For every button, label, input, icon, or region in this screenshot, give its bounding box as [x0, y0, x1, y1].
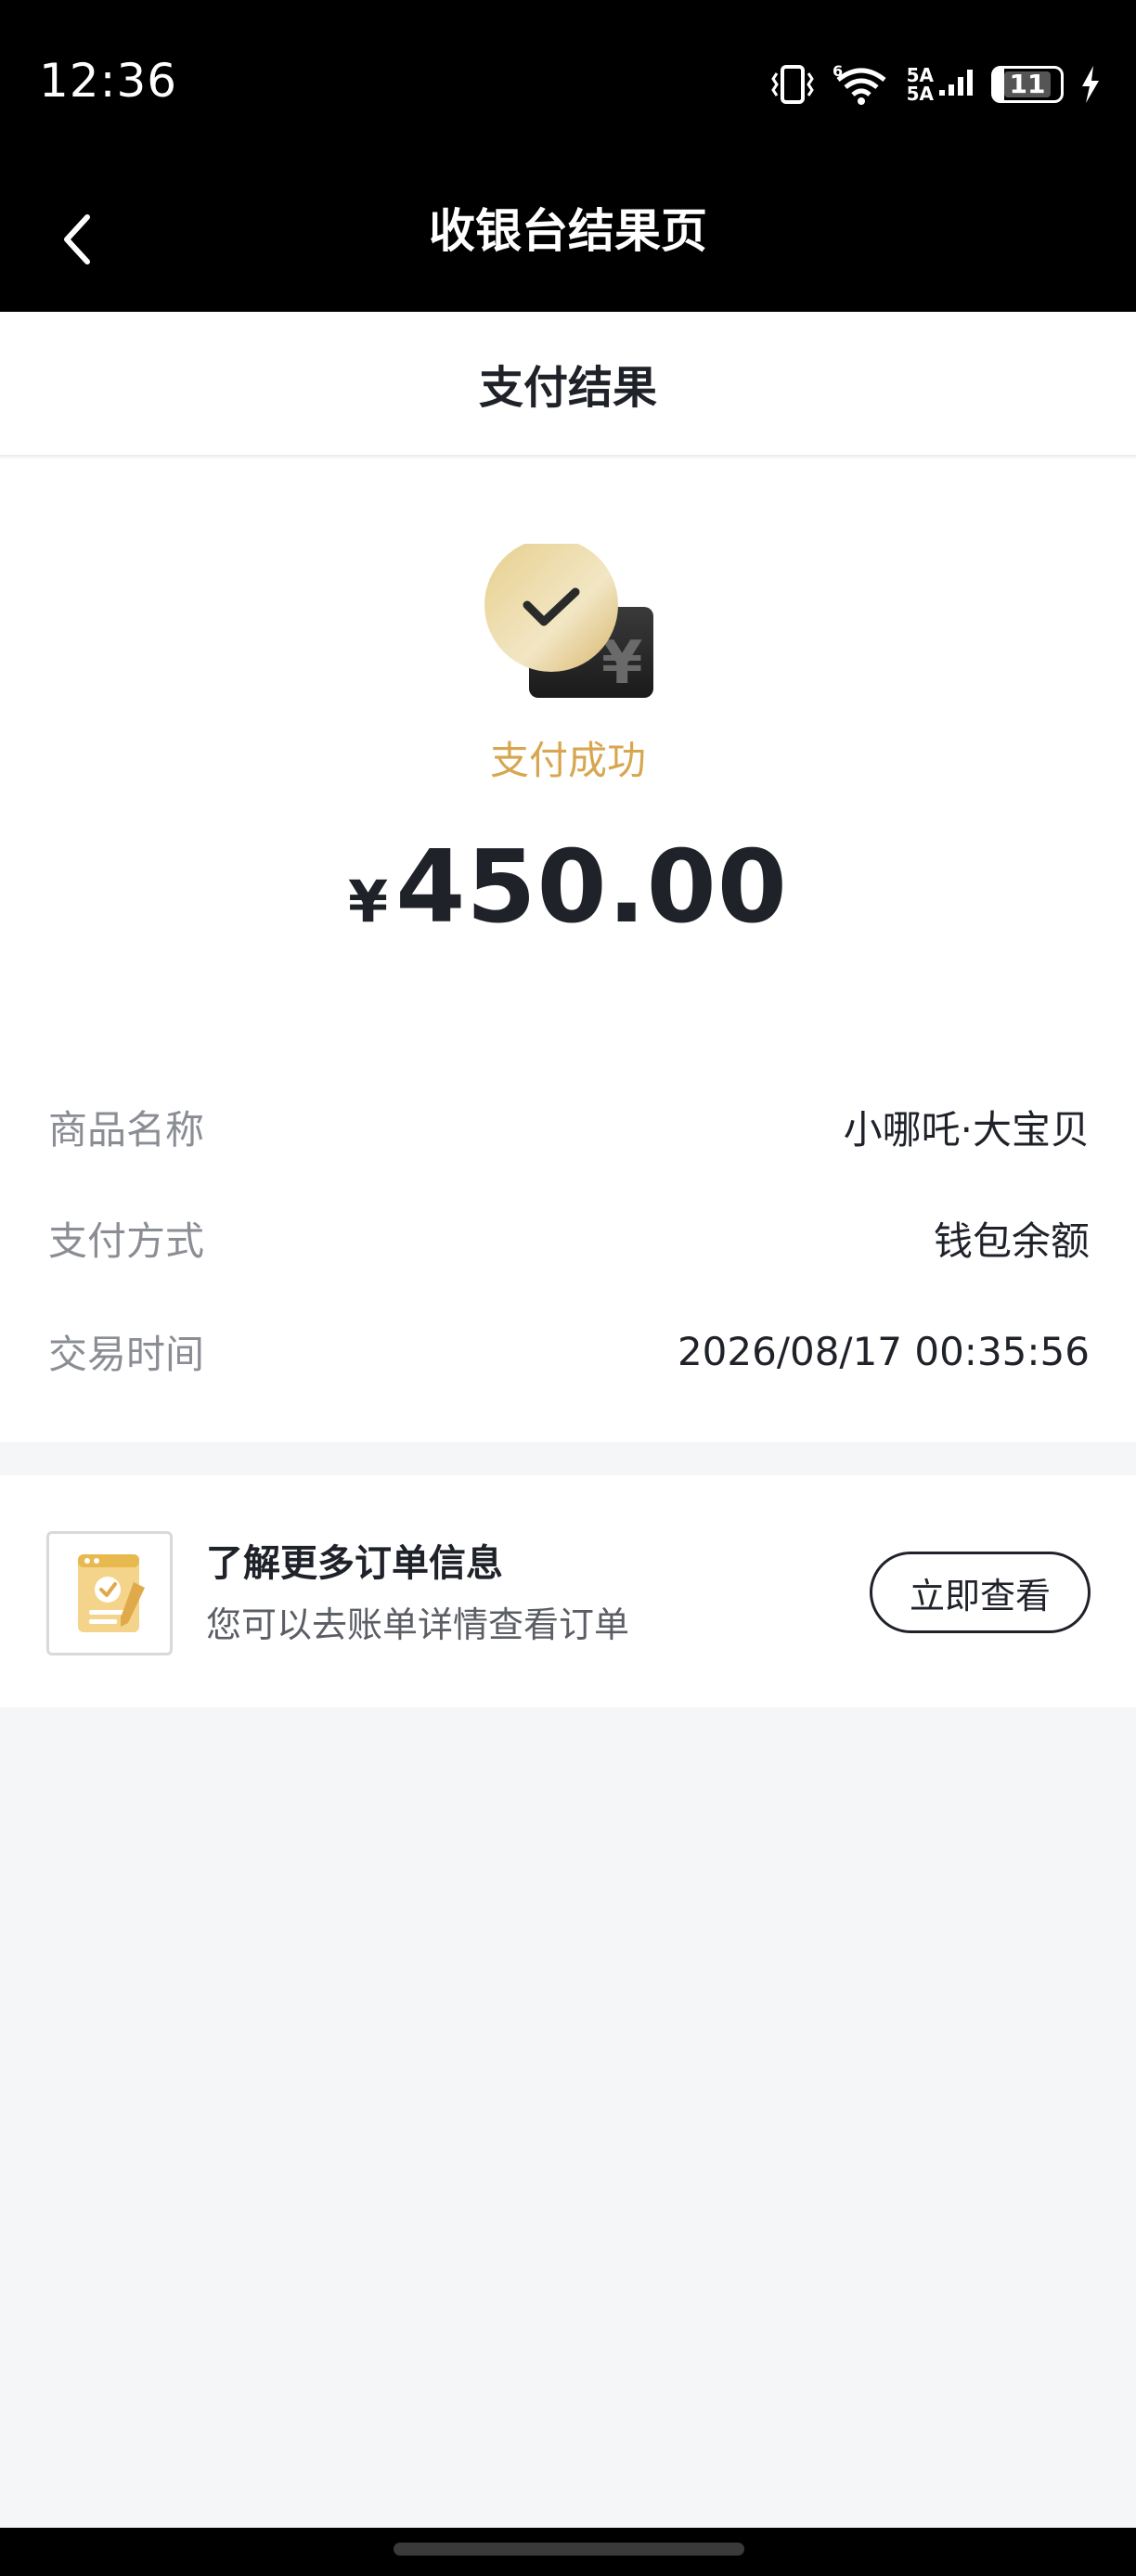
- section-header: 支付结果: [0, 312, 1136, 457]
- vibrate-icon: [769, 64, 816, 105]
- section-title: 支付结果: [478, 362, 657, 414]
- payment-amount: ¥ 450.00: [0, 830, 1136, 946]
- detail-row-product: 商品名称 小哪吒·大宝贝: [48, 1099, 1090, 1154]
- detail-label: 商品名称: [48, 1106, 205, 1153]
- order-info-title: 了解更多订单信息: [206, 1542, 503, 1585]
- detail-value: 小哪吒·大宝贝: [843, 1106, 1090, 1153]
- payment-success-icon: ¥: [483, 538, 659, 711]
- signal-icon: 5A 5A: [907, 66, 975, 103]
- view-now-button[interactable]: 立即查看: [870, 1552, 1091, 1633]
- currency-symbol: ¥: [348, 868, 389, 935]
- detail-label: 支付方式: [48, 1217, 205, 1264]
- network-type-top: 5A: [906, 64, 934, 86]
- detail-row-payment-method: 支付方式 钱包余额: [48, 1210, 1090, 1266]
- payment-result-card: ¥ 支付成功 ¥ 450.00 商品名称 小哪吒·大宝贝 支付方式 钱包余额 交…: [0, 458, 1136, 1442]
- home-indicator[interactable]: [394, 2543, 744, 2556]
- battery-icon: 11: [991, 66, 1064, 103]
- order-info-card: 了解更多订单信息 您可以去账单详情查看订单 立即查看: [0, 1475, 1136, 1707]
- wifi-icon: 6: [833, 63, 890, 106]
- nav-bar: 收银台结果页: [0, 167, 1136, 312]
- network-type-bottom: 5A: [906, 83, 934, 105]
- detail-value: 钱包余额: [933, 1217, 1090, 1264]
- page-title: 收银台结果页: [429, 204, 707, 258]
- status-bar: 12:36 6 5A 5A 11: [0, 0, 1136, 167]
- detail-value: 2026/08/17 00:35:56: [677, 1328, 1090, 1374]
- detail-row-transaction-time: 交易时间 2026/08/17 00:35:56: [48, 1323, 1090, 1379]
- charging-icon: [1080, 66, 1101, 103]
- detail-label: 交易时间: [48, 1331, 205, 1377]
- gesture-bar: [0, 2528, 1136, 2576]
- payment-status-text: 支付成功: [489, 738, 646, 783]
- status-time: 12:36: [39, 54, 178, 108]
- status-icons: 6 5A 5A 11: [769, 61, 1101, 108]
- document-check-icon: [46, 1531, 173, 1655]
- order-info-description: 您可以去账单详情查看订单: [206, 1604, 630, 1645]
- battery-level: 11: [1003, 71, 1052, 97]
- amount-value: 450.00: [395, 830, 788, 946]
